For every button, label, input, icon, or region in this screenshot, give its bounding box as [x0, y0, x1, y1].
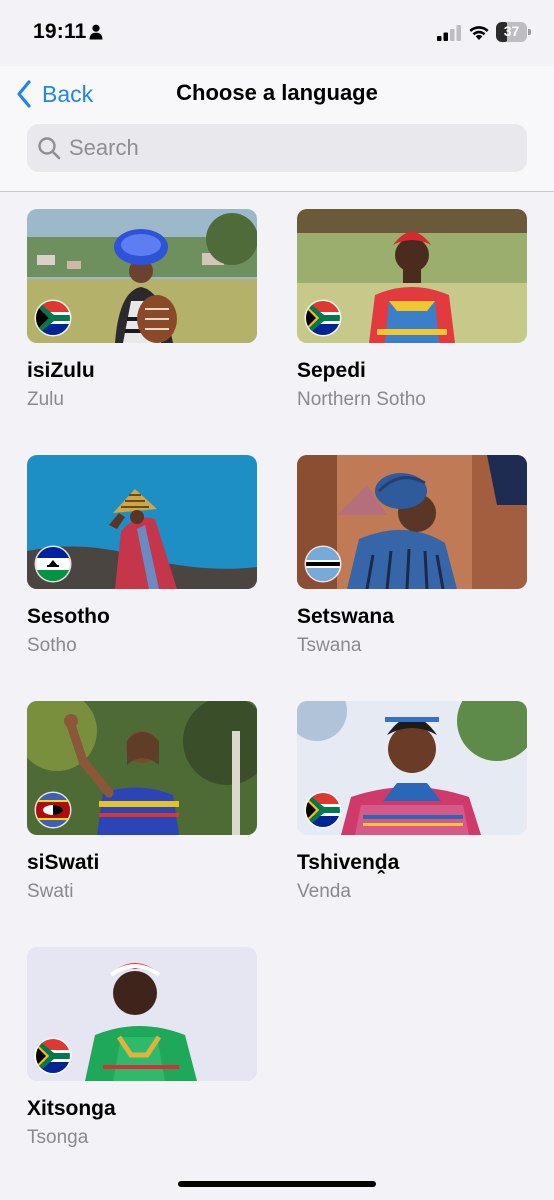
- page-title: Choose a language: [176, 80, 378, 105]
- language-photo: [297, 209, 527, 343]
- search-bar[interactable]: [27, 124, 527, 172]
- language-photo: [297, 701, 527, 835]
- language-subtitle: Sotho: [27, 635, 77, 656]
- battery-percentage: 37: [503, 23, 520, 39]
- language-subtitle: Venda: [297, 881, 351, 902]
- navigation-bar: Back Choose a language: [0, 66, 554, 192]
- language-photo: [27, 209, 257, 343]
- eswatini-flag-icon: [36, 793, 70, 827]
- language-photo: [27, 455, 257, 589]
- language-picker-screen: 19:11 37 Back Choose a language Search i…: [0, 0, 554, 1200]
- language-card-sepedi[interactable]: Sepedi Northern Sotho: [297, 209, 527, 419]
- cellular-signal-icon: [437, 25, 461, 41]
- wifi-icon: [469, 26, 489, 40]
- language-name: Sepedi: [297, 359, 366, 382]
- language-photo: [297, 455, 527, 589]
- language-photo: [27, 701, 257, 835]
- language-card-setswana[interactable]: Setswana Tswana: [297, 455, 527, 665]
- language-card-sesotho[interactable]: Sesotho Sotho: [27, 455, 257, 665]
- status-time: 19:11: [33, 20, 87, 43]
- language-name: Sesotho: [27, 605, 110, 628]
- search-icon: [38, 137, 61, 160]
- language-name: Setswana: [297, 605, 394, 628]
- home-indicator[interactable]: [178, 1181, 376, 1187]
- language-card-xitsonga[interactable]: Xitsonga Tsonga: [27, 947, 257, 1157]
- language-subtitle: Zulu: [27, 389, 64, 410]
- language-card-tshivenda[interactable]: Tshivenḓa Venda: [297, 701, 527, 911]
- language-name: Tshivenḓa: [297, 851, 400, 874]
- language-subtitle: Swati: [27, 881, 74, 902]
- south-africa-flag-icon: [306, 793, 340, 827]
- south-africa-flag-icon: [36, 1039, 70, 1073]
- south-africa-flag-icon: [306, 301, 340, 335]
- search-input[interactable]: [69, 135, 489, 161]
- language-name: siSwati: [27, 851, 100, 874]
- language-name: isiZulu: [27, 359, 95, 382]
- language-card-siswati[interactable]: siSwati Swati: [27, 701, 257, 911]
- language-card-isizulu[interactable]: isiZulu Zulu: [27, 209, 257, 419]
- language-name: Xitsonga: [27, 1097, 116, 1120]
- language-subtitle: Tsonga: [27, 1127, 89, 1148]
- battery-indicator: 37: [496, 22, 531, 42]
- person-icon: [89, 24, 103, 40]
- lesotho-flag-icon: [36, 547, 70, 581]
- status-bar: 19:11 37: [0, 0, 554, 66]
- botswana-flag-icon: [306, 547, 340, 581]
- language-photo: [27, 947, 257, 1081]
- south-africa-flag-icon: [36, 301, 70, 335]
- language-subtitle: Tswana: [297, 635, 362, 656]
- language-subtitle: Northern Sotho: [297, 389, 426, 410]
